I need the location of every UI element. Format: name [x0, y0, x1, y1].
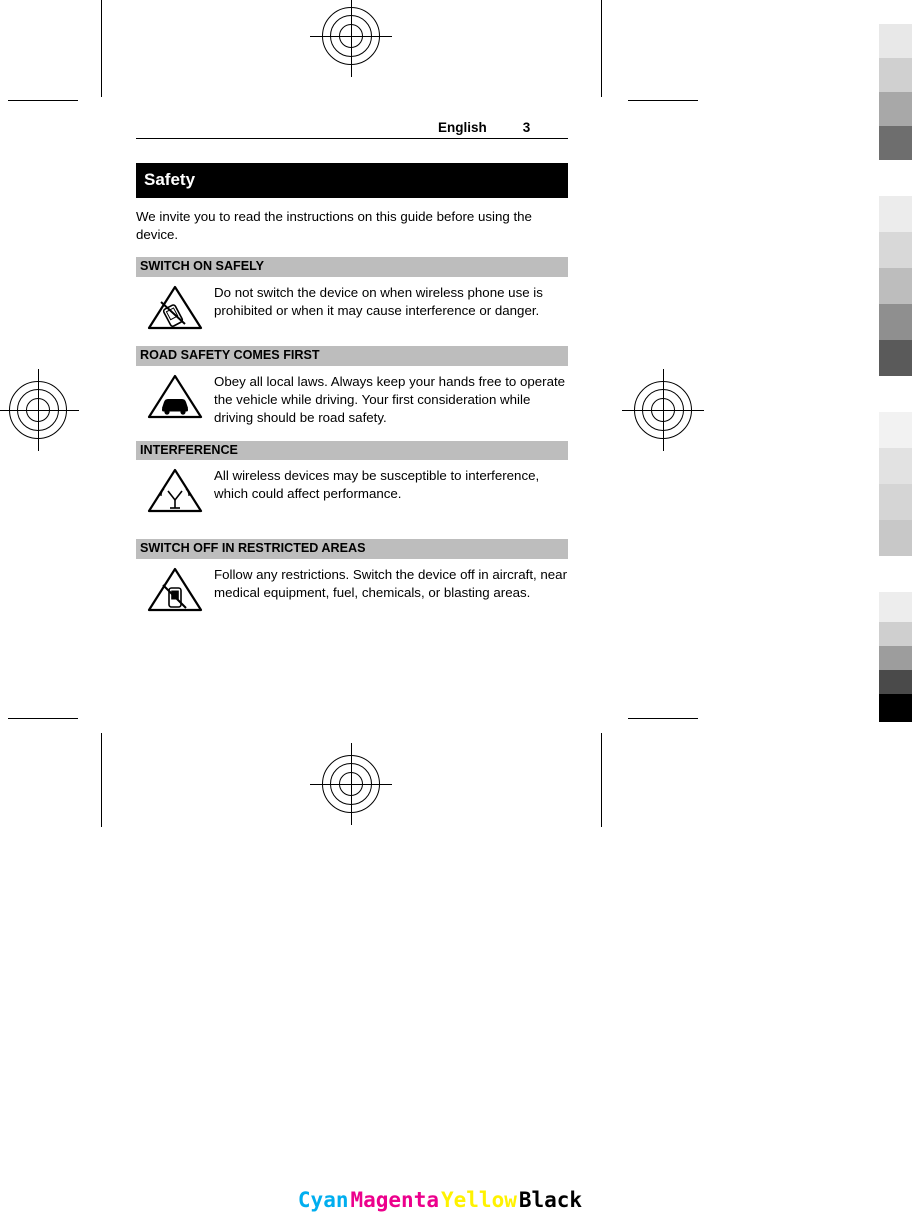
registration-mark-left-middle [0, 369, 79, 451]
color-swatch [879, 448, 912, 484]
registration-mark-bottom-center [310, 743, 392, 825]
color-word-cyan: Cyan [297, 1188, 349, 1212]
color-swatch [879, 340, 912, 376]
color-word-magenta: Magenta [350, 1188, 439, 1212]
color-swatch [879, 376, 912, 412]
color-swatch [879, 694, 912, 722]
color-swatch [879, 126, 912, 160]
color-word-yellow: Yellow [441, 1188, 517, 1212]
section-text: Follow any restrictions. Switch the devi… [214, 567, 568, 601]
color-swatch [879, 722, 912, 762]
crop-line-right-horizontal-top [628, 100, 698, 101]
color-swatch [879, 412, 912, 448]
section-switch-on-safely: SWITCH ON SAFELY Do not switch the devic… [136, 257, 568, 332]
color-swatch [879, 304, 912, 340]
color-word-black: Black [518, 1188, 583, 1212]
section-heading: SWITCH ON SAFELY [136, 257, 568, 278]
color-swatch [879, 268, 912, 304]
switch-off-icon [136, 565, 214, 614]
page-title: Safety [136, 163, 568, 198]
no-phone-icon [136, 283, 214, 332]
color-swatch [879, 160, 912, 196]
color-swatch [879, 646, 912, 670]
section-switch-off-in-restricted-areas: SWITCH OFF IN RESTRICTED AREAS Follow an… [136, 539, 568, 614]
section-text: Obey all local laws. Always keep your ha… [214, 374, 566, 425]
intro-paragraph: We invite you to read the instructions o… [136, 208, 532, 242]
document-page: English 3 Safety We invite you to read t… [136, 120, 568, 614]
color-swatch [879, 592, 912, 622]
color-swatch [879, 484, 912, 520]
color-swatch [879, 622, 912, 646]
color-swatch [879, 670, 912, 694]
section-heading: INTERFERENCE [136, 440, 568, 461]
antenna-interference-icon [136, 466, 214, 515]
color-swatch [879, 0, 912, 24]
header-page-number: 3 [522, 120, 531, 135]
crop-line-right-horizontal-bottom [628, 718, 698, 719]
header-language: English [438, 120, 487, 135]
color-swatch [879, 92, 912, 126]
color-swatch [879, 196, 912, 232]
registration-mark-right-middle [622, 369, 704, 451]
page-header: English 3 [136, 120, 568, 139]
car-icon [136, 372, 214, 421]
section-text: All wireless devices may be susceptible … [214, 468, 540, 502]
crop-line-right-vertical-bottom [601, 733, 602, 827]
color-calibration-bar [879, 0, 912, 762]
section-text: Do not switch the device on when wireles… [214, 285, 543, 319]
crop-line-left-horizontal-bottom [8, 718, 78, 719]
section-road-safety-comes-first: ROAD SAFETY COMES FIRST Obey all local l… [136, 346, 568, 426]
crop-line-left-vertical-top [101, 0, 102, 97]
section-heading: ROAD SAFETY COMES FIRST [136, 346, 568, 367]
crop-line-right-vertical-top [601, 0, 602, 97]
color-swatch [879, 556, 912, 592]
color-swatch [879, 24, 912, 58]
color-swatch [879, 520, 912, 556]
crop-line-left-vertical-bottom [101, 733, 102, 827]
color-words-strip: CyanMagentaYellowBlack [0, 1188, 880, 1212]
crop-line-left-horizontal-top [8, 100, 78, 101]
color-swatch [879, 232, 912, 268]
color-swatch [879, 58, 912, 92]
section-heading: SWITCH OFF IN RESTRICTED AREAS [136, 539, 568, 560]
registration-mark-top-center [310, 0, 392, 77]
section-interference: INTERFERENCE All wireless devices may be… [136, 440, 568, 516]
